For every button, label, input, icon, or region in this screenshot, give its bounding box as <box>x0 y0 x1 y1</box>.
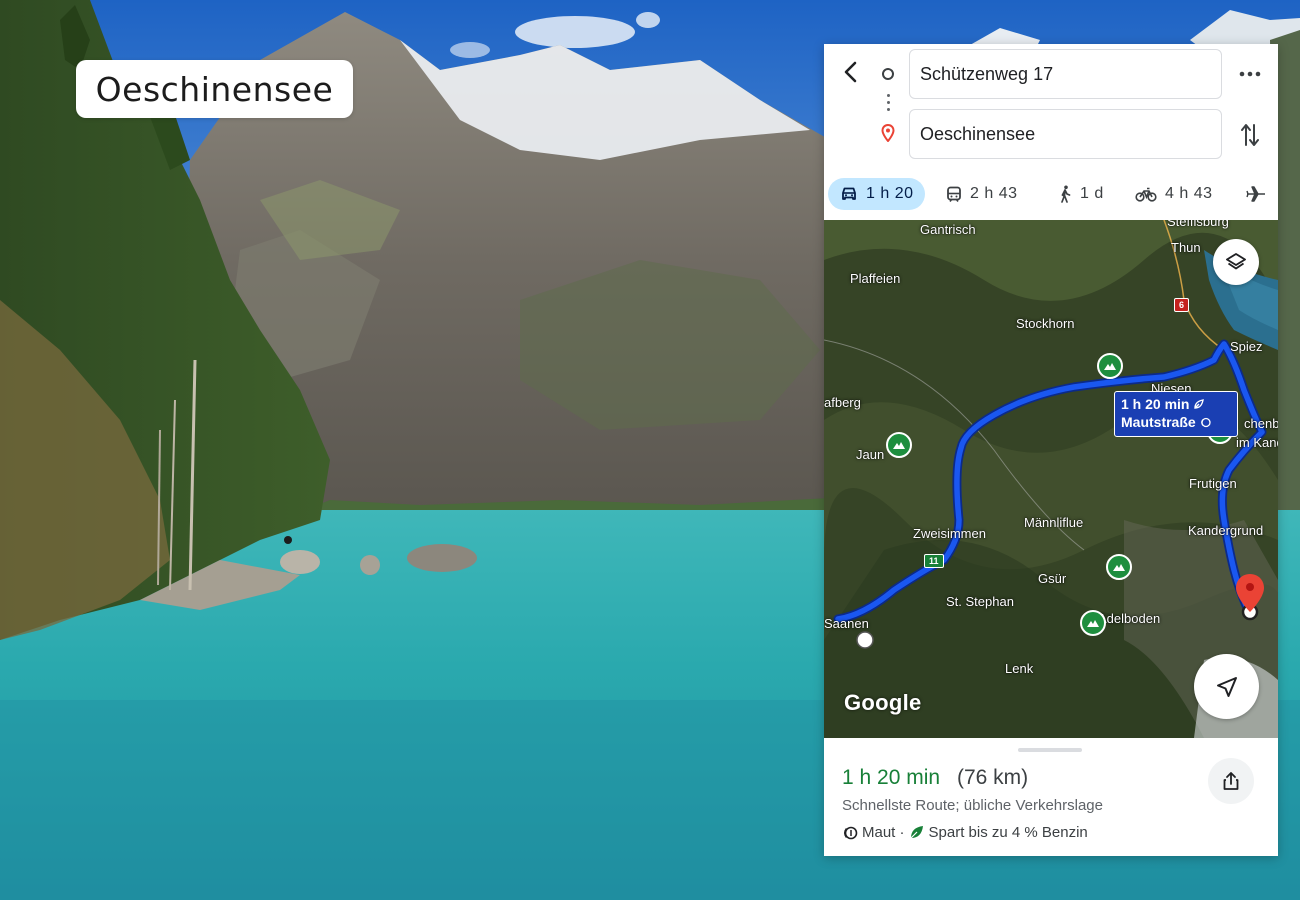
tab-flights[interactable] <box>1238 178 1278 210</box>
peak-marker-maennliflue[interactable] <box>1106 554 1132 580</box>
tab-transit[interactable]: 2 h 43 <box>938 178 1025 210</box>
route-attributes: Maut · Spart bis zu 4 % Benzin <box>842 824 1092 841</box>
map-layers-button[interactable] <box>1213 239 1259 285</box>
map-label-zweisimmen: Zweisimmen <box>913 526 986 541</box>
chevron-left-icon <box>844 61 857 83</box>
travel-mode-tabs: 1 h 20 2 h 43 1 d 4 h 43 <box>824 176 1278 216</box>
route-description: Schnellste Route; übliche Verkehrslage <box>842 797 1103 814</box>
leaf-icon <box>1194 399 1205 409</box>
swap-vert-icon <box>1241 124 1259 146</box>
highway-11-badge: 11 <box>924 554 944 568</box>
mountain-icon <box>1113 564 1125 571</box>
peak-marker-stockhorn[interactable] <box>1097 353 1123 379</box>
route-dots-icon <box>887 94 890 116</box>
route-distance: (76 km) <box>957 766 1029 789</box>
walk-icon <box>1061 185 1071 203</box>
directions-header: Schützenweg 17 Oeschinensee 1 h 20 2 h 4… <box>824 44 1278 220</box>
map-label-gsuer: Gsür <box>1038 571 1067 586</box>
swap-route-button[interactable] <box>1238 121 1262 149</box>
google-logo: Google <box>844 690 922 715</box>
map-label-steffisburg: Steffisburg <box>1167 220 1229 229</box>
mountain-icon <box>1104 363 1116 370</box>
tab-cycling-label: 4 h 43 <box>1165 185 1213 202</box>
origin-field[interactable]: Schützenweg 17 <box>909 49 1222 99</box>
map-label-adelboden: Adelboden <box>1098 611 1161 626</box>
highway-6-badge: 6 <box>1174 298 1190 312</box>
map-label-frutigen: Frutigen <box>1189 476 1237 491</box>
sheet-drag-handle[interactable] <box>1018 748 1082 752</box>
map-label-jaun: Jaun <box>856 447 885 462</box>
route-duration: 1 h 20 min <box>842 766 941 789</box>
navigation-arrow-icon <box>1216 676 1237 697</box>
maps-directions-panel: Schützenweg 17 Oeschinensee 1 h 20 2 h 4… <box>824 44 1278 856</box>
route-summary-sheet[interactable]: 1 h 20 min (76 km) Schnellste Route; übl… <box>824 738 1278 856</box>
map-label-stockhorn: Stockhorn <box>1016 316 1075 331</box>
tab-walking-label: 1 d <box>1080 185 1104 202</box>
map-label-kafberg: afberg <box>824 395 861 410</box>
destination-pin-icon <box>881 124 895 142</box>
map-label-st-stephan: St. Stephan <box>946 594 1014 609</box>
map-label-spiez: Spiez <box>1230 339 1263 354</box>
share-button[interactable] <box>1208 758 1254 804</box>
layers-icon <box>1226 253 1246 270</box>
tab-driving-label: 1 h 20 <box>866 185 914 202</box>
more-options-button[interactable] <box>1238 62 1262 86</box>
back-button[interactable] <box>838 58 862 86</box>
callout-note: Mautstraße <box>1121 413 1231 431</box>
toll-text: Maut · <box>862 824 905 841</box>
eco-leaf-icon <box>910 826 923 839</box>
map-label-thun: Thun <box>1171 240 1201 255</box>
mountain-icon <box>1087 620 1099 627</box>
map-label-maennliflue: Männliflue <box>1024 515 1084 530</box>
tab-driving[interactable]: 1 h 20 <box>828 178 925 210</box>
share-icon <box>1223 772 1239 790</box>
callout-note-text: Mautstraße <box>1121 414 1196 430</box>
map-label-reichenbach: chenb <box>1244 416 1278 431</box>
fuel-savings-text: Spart bis zu 4 % Benzin <box>928 824 1088 841</box>
destination-field[interactable]: Oeschinensee <box>909 109 1222 159</box>
toll-icon <box>1200 417 1211 428</box>
map-label-gantrisch: Gantrisch <box>920 222 976 237</box>
bike-icon <box>1135 187 1157 202</box>
airplane-icon <box>1246 186 1265 202</box>
location-title-card: Oeschinensee <box>76 60 353 118</box>
route-duration-callout[interactable]: 1 h 20 min Mautstraße <box>1114 391 1238 437</box>
my-location-button[interactable] <box>1194 654 1259 719</box>
peak-marker-gsuer[interactable] <box>1080 610 1106 636</box>
tab-walking[interactable]: 1 d <box>1050 178 1112 210</box>
callout-time-text: 1 h 20 min <box>1121 396 1190 412</box>
toll-icon <box>844 826 858 839</box>
car-icon <box>842 187 856 200</box>
map-label-lenk: Lenk <box>1005 661 1034 676</box>
train-icon <box>947 186 961 202</box>
map-label-plaffeien: Plaffeien <box>850 271 901 286</box>
mountain-icon <box>893 442 905 449</box>
peak-marker-kafberg[interactable] <box>886 432 912 458</box>
tab-transit-label: 2 h 43 <box>970 185 1018 202</box>
map-label-kandergrund: Kandergrund <box>1188 523 1264 538</box>
more-horiz-icon <box>1239 71 1261 77</box>
map-label-saanen: Saanen <box>824 616 869 631</box>
origin-circle-icon <box>882 68 894 80</box>
satellite-map[interactable]: Gantrisch Plaffeien Steffisburg Thun Sto… <box>824 220 1278 738</box>
callout-time: 1 h 20 min <box>1121 395 1231 413</box>
tab-cycling[interactable]: 4 h 43 <box>1127 178 1220 210</box>
map-label-kandergrund-region: im Kande <box>1236 435 1278 450</box>
